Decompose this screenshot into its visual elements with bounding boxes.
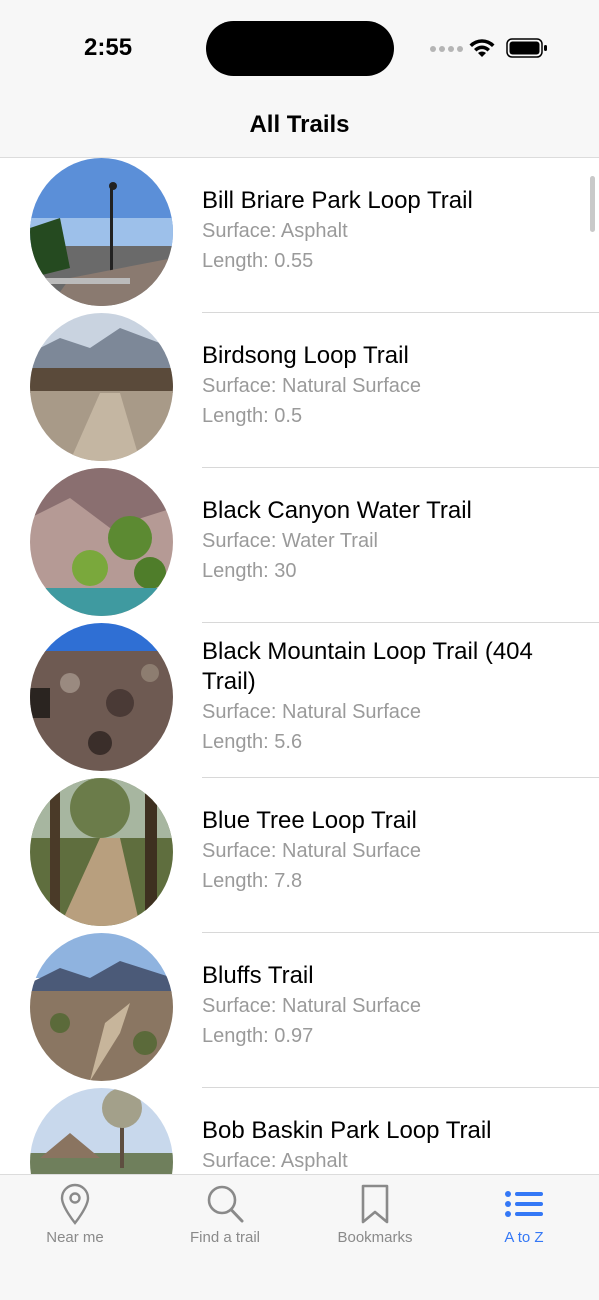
trail-surface: Surface: Natural Surface [202,995,421,1017]
status-time: 2:55 [84,34,133,61]
tab-label: Find a trail [189,1229,261,1246]
trail-name: Birdsong Loop Trail [202,342,409,369]
trail-surface: Surface: Asphalt [202,1150,348,1172]
trail-name: Bluffs Trail [202,962,314,989]
tab-label: A to Z [504,1229,544,1246]
trail-row[interactable]: Bill Briare Park Loop Trail Surface: Asp… [0,158,599,313]
bookmark-icon [361,1184,389,1224]
page-title: All Trails [249,111,350,138]
trail-length: Length: 0.5 [202,405,303,427]
location-pin-icon [60,1183,90,1225]
trail-name: Bob Baskin Park Loop Trail [202,1117,492,1144]
trail-row[interactable]: Black Canyon Water Trail Surface: Water … [0,468,599,623]
trail-row[interactable]: Birdsong Loop Trail Surface: Natural Sur… [0,313,599,468]
tab-bar: Near me Find a trail Bookmarks A to Z [0,1174,599,1300]
trail-photo [30,623,173,771]
trail-row[interactable]: Bob Baskin Park Loop Trail Surface: Asph… [0,1088,599,1174]
trail-length: Length: 0.97 [202,1025,314,1047]
tab-bookmarks[interactable]: Bookmarks [300,1175,450,1255]
tab-find-a-trail[interactable]: Find a trail [150,1175,300,1255]
trail-photo [30,468,173,616]
trail-photo [30,158,173,306]
list-icon [505,1191,543,1217]
trail-surface: Surface: Asphalt [202,220,348,242]
tab-label: Near me [46,1229,104,1246]
trail-surface: Surface: Natural Surface [202,701,421,723]
wifi-icon [469,39,495,57]
trail-name: Bill Briare Park Loop Trail [202,187,473,214]
screen: 2:55 All Trails Bill Briare Park Loop Tr… [0,0,599,1300]
trail-photo [30,313,173,461]
tab-near-me[interactable]: Near me [0,1175,150,1255]
scroll-indicator[interactable] [590,176,595,232]
tab-label: Bookmarks [337,1229,413,1246]
trail-row[interactable]: Bluffs Trail Surface: Natural Surface Le… [0,933,599,1088]
trail-name: Black Canyon Water Trail [202,497,472,524]
trail-photo [30,778,173,926]
trail-surface: Surface: Water Trail [202,530,378,552]
trail-photo [30,933,173,1081]
trail-length: Length: 0.55 [202,250,314,272]
search-icon [207,1185,244,1223]
trail-surface: Surface: Natural Surface [202,840,421,862]
trail-length: Length: 7.8 [202,870,303,892]
tab-a-to-z[interactable]: A to Z [449,1175,599,1255]
trail-row[interactable]: Blue Tree Loop Trail Surface: Natural Su… [0,778,599,933]
trail-surface: Surface: Natural Surface [202,375,421,397]
navigation-bar: 2:55 All Trails [0,0,599,158]
trail-name: Black Mountain Loop Trail (404 Trail) [202,638,533,695]
trail-row[interactable]: Black Mountain Loop Trail (404 Trail) Su… [0,623,599,778]
dynamic-island [206,21,394,76]
trail-photo [30,1088,173,1174]
cellular-signal-icon [430,46,463,52]
battery-icon [506,38,547,58]
trail-length: Length: 30 [202,560,297,582]
trail-length: Length: 5.6 [202,731,303,753]
trail-list[interactable]: Bill Briare Park Loop Trail Surface: Asp… [0,158,599,1174]
trail-name: Blue Tree Loop Trail [202,807,417,834]
